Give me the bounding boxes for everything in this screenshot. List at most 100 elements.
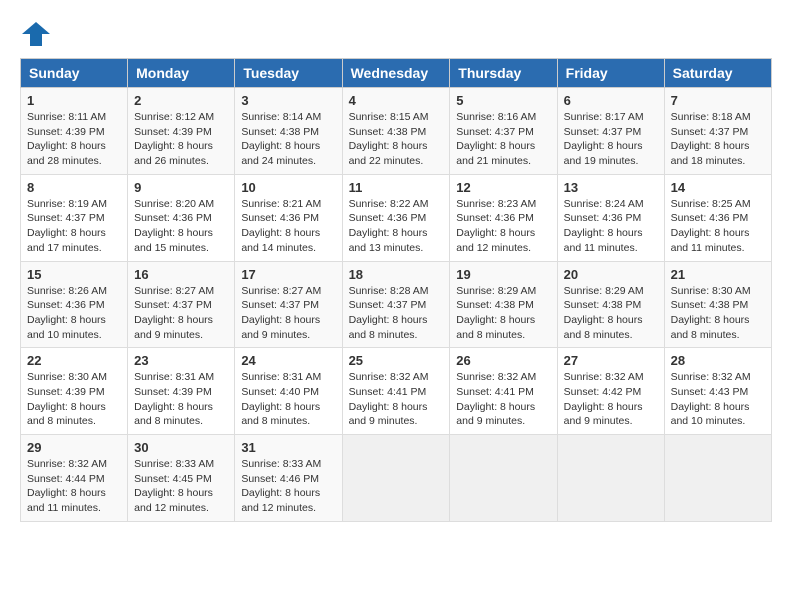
calendar-cell <box>664 435 771 522</box>
day-detail: Sunrise: 8:18 AM Sunset: 4:37 PM Dayligh… <box>671 110 765 169</box>
day-number: 31 <box>241 440 335 455</box>
day-detail: Sunrise: 8:32 AM Sunset: 4:43 PM Dayligh… <box>671 370 765 429</box>
day-number: 3 <box>241 93 335 108</box>
day-detail: Sunrise: 8:14 AM Sunset: 4:38 PM Dayligh… <box>241 110 335 169</box>
day-number: 27 <box>564 353 658 368</box>
calendar-day-header: Sunday <box>21 59 128 88</box>
calendar-cell <box>450 435 557 522</box>
calendar-cell: 4 Sunrise: 8:15 AM Sunset: 4:38 PM Dayli… <box>342 88 450 175</box>
day-detail: Sunrise: 8:19 AM Sunset: 4:37 PM Dayligh… <box>27 197 121 256</box>
day-number: 5 <box>456 93 550 108</box>
calendar-cell <box>557 435 664 522</box>
day-detail: Sunrise: 8:33 AM Sunset: 4:46 PM Dayligh… <box>241 457 335 516</box>
day-detail: Sunrise: 8:12 AM Sunset: 4:39 PM Dayligh… <box>134 110 228 169</box>
day-detail: Sunrise: 8:22 AM Sunset: 4:36 PM Dayligh… <box>349 197 444 256</box>
calendar-day-header: Wednesday <box>342 59 450 88</box>
day-number: 28 <box>671 353 765 368</box>
calendar-header-row: SundayMondayTuesdayWednesdayThursdayFrid… <box>21 59 772 88</box>
calendar-cell: 24 Sunrise: 8:31 AM Sunset: 4:40 PM Dayl… <box>235 348 342 435</box>
day-number: 25 <box>349 353 444 368</box>
page-header <box>20 20 772 48</box>
calendar-cell: 31 Sunrise: 8:33 AM Sunset: 4:46 PM Dayl… <box>235 435 342 522</box>
day-number: 26 <box>456 353 550 368</box>
calendar-cell: 8 Sunrise: 8:19 AM Sunset: 4:37 PM Dayli… <box>21 174 128 261</box>
calendar-cell: 17 Sunrise: 8:27 AM Sunset: 4:37 PM Dayl… <box>235 261 342 348</box>
calendar-week-row: 29 Sunrise: 8:32 AM Sunset: 4:44 PM Dayl… <box>21 435 772 522</box>
day-detail: Sunrise: 8:27 AM Sunset: 4:37 PM Dayligh… <box>241 284 335 343</box>
calendar-cell: 12 Sunrise: 8:23 AM Sunset: 4:36 PM Dayl… <box>450 174 557 261</box>
day-number: 21 <box>671 267 765 282</box>
day-detail: Sunrise: 8:32 AM Sunset: 4:42 PM Dayligh… <box>564 370 658 429</box>
day-number: 23 <box>134 353 228 368</box>
day-number: 6 <box>564 93 658 108</box>
calendar-cell: 9 Sunrise: 8:20 AM Sunset: 4:36 PM Dayli… <box>128 174 235 261</box>
day-detail: Sunrise: 8:26 AM Sunset: 4:36 PM Dayligh… <box>27 284 121 343</box>
calendar-cell: 28 Sunrise: 8:32 AM Sunset: 4:43 PM Dayl… <box>664 348 771 435</box>
calendar-cell: 20 Sunrise: 8:29 AM Sunset: 4:38 PM Dayl… <box>557 261 664 348</box>
day-detail: Sunrise: 8:17 AM Sunset: 4:37 PM Dayligh… <box>564 110 658 169</box>
day-detail: Sunrise: 8:23 AM Sunset: 4:36 PM Dayligh… <box>456 197 550 256</box>
calendar-cell <box>342 435 450 522</box>
calendar-cell: 19 Sunrise: 8:29 AM Sunset: 4:38 PM Dayl… <box>450 261 557 348</box>
calendar-cell: 29 Sunrise: 8:32 AM Sunset: 4:44 PM Dayl… <box>21 435 128 522</box>
calendar-day-header: Friday <box>557 59 664 88</box>
day-number: 4 <box>349 93 444 108</box>
day-number: 24 <box>241 353 335 368</box>
day-detail: Sunrise: 8:16 AM Sunset: 4:37 PM Dayligh… <box>456 110 550 169</box>
day-number: 20 <box>564 267 658 282</box>
day-detail: Sunrise: 8:31 AM Sunset: 4:39 PM Dayligh… <box>134 370 228 429</box>
calendar-cell: 3 Sunrise: 8:14 AM Sunset: 4:38 PM Dayli… <box>235 88 342 175</box>
day-number: 7 <box>671 93 765 108</box>
day-detail: Sunrise: 8:29 AM Sunset: 4:38 PM Dayligh… <box>564 284 658 343</box>
logo <box>20 20 56 48</box>
calendar-cell: 1 Sunrise: 8:11 AM Sunset: 4:39 PM Dayli… <box>21 88 128 175</box>
calendar-week-row: 15 Sunrise: 8:26 AM Sunset: 4:36 PM Dayl… <box>21 261 772 348</box>
calendar-cell: 14 Sunrise: 8:25 AM Sunset: 4:36 PM Dayl… <box>664 174 771 261</box>
calendar-cell: 5 Sunrise: 8:16 AM Sunset: 4:37 PM Dayli… <box>450 88 557 175</box>
day-detail: Sunrise: 8:32 AM Sunset: 4:44 PM Dayligh… <box>27 457 121 516</box>
day-detail: Sunrise: 8:15 AM Sunset: 4:38 PM Dayligh… <box>349 110 444 169</box>
calendar-cell: 13 Sunrise: 8:24 AM Sunset: 4:36 PM Dayl… <box>557 174 664 261</box>
day-detail: Sunrise: 8:32 AM Sunset: 4:41 PM Dayligh… <box>456 370 550 429</box>
calendar-cell: 21 Sunrise: 8:30 AM Sunset: 4:38 PM Dayl… <box>664 261 771 348</box>
day-number: 11 <box>349 180 444 195</box>
day-number: 13 <box>564 180 658 195</box>
day-detail: Sunrise: 8:30 AM Sunset: 4:39 PM Dayligh… <box>27 370 121 429</box>
calendar-cell: 10 Sunrise: 8:21 AM Sunset: 4:36 PM Dayl… <box>235 174 342 261</box>
day-number: 16 <box>134 267 228 282</box>
day-detail: Sunrise: 8:24 AM Sunset: 4:36 PM Dayligh… <box>564 197 658 256</box>
day-number: 18 <box>349 267 444 282</box>
day-number: 19 <box>456 267 550 282</box>
day-detail: Sunrise: 8:27 AM Sunset: 4:37 PM Dayligh… <box>134 284 228 343</box>
calendar-week-row: 22 Sunrise: 8:30 AM Sunset: 4:39 PM Dayl… <box>21 348 772 435</box>
logo-icon <box>20 20 52 48</box>
day-number: 17 <box>241 267 335 282</box>
calendar-table: SundayMondayTuesdayWednesdayThursdayFrid… <box>20 58 772 522</box>
calendar-cell: 2 Sunrise: 8:12 AM Sunset: 4:39 PM Dayli… <box>128 88 235 175</box>
day-number: 9 <box>134 180 228 195</box>
calendar-cell: 11 Sunrise: 8:22 AM Sunset: 4:36 PM Dayl… <box>342 174 450 261</box>
day-number: 1 <box>27 93 121 108</box>
day-number: 12 <box>456 180 550 195</box>
day-number: 15 <box>27 267 121 282</box>
day-number: 14 <box>671 180 765 195</box>
day-detail: Sunrise: 8:32 AM Sunset: 4:41 PM Dayligh… <box>349 370 444 429</box>
calendar-day-header: Thursday <box>450 59 557 88</box>
calendar-cell: 18 Sunrise: 8:28 AM Sunset: 4:37 PM Dayl… <box>342 261 450 348</box>
day-detail: Sunrise: 8:21 AM Sunset: 4:36 PM Dayligh… <box>241 197 335 256</box>
day-detail: Sunrise: 8:30 AM Sunset: 4:38 PM Dayligh… <box>671 284 765 343</box>
calendar-cell: 22 Sunrise: 8:30 AM Sunset: 4:39 PM Dayl… <box>21 348 128 435</box>
calendar-cell: 6 Sunrise: 8:17 AM Sunset: 4:37 PM Dayli… <box>557 88 664 175</box>
calendar-cell: 7 Sunrise: 8:18 AM Sunset: 4:37 PM Dayli… <box>664 88 771 175</box>
calendar-day-header: Monday <box>128 59 235 88</box>
day-detail: Sunrise: 8:28 AM Sunset: 4:37 PM Dayligh… <box>349 284 444 343</box>
day-detail: Sunrise: 8:29 AM Sunset: 4:38 PM Dayligh… <box>456 284 550 343</box>
day-number: 10 <box>241 180 335 195</box>
day-detail: Sunrise: 8:11 AM Sunset: 4:39 PM Dayligh… <box>27 110 121 169</box>
calendar-week-row: 8 Sunrise: 8:19 AM Sunset: 4:37 PM Dayli… <box>21 174 772 261</box>
calendar-cell: 16 Sunrise: 8:27 AM Sunset: 4:37 PM Dayl… <box>128 261 235 348</box>
day-number: 2 <box>134 93 228 108</box>
calendar-week-row: 1 Sunrise: 8:11 AM Sunset: 4:39 PM Dayli… <box>21 88 772 175</box>
calendar-day-header: Tuesday <box>235 59 342 88</box>
calendar-day-header: Saturday <box>664 59 771 88</box>
